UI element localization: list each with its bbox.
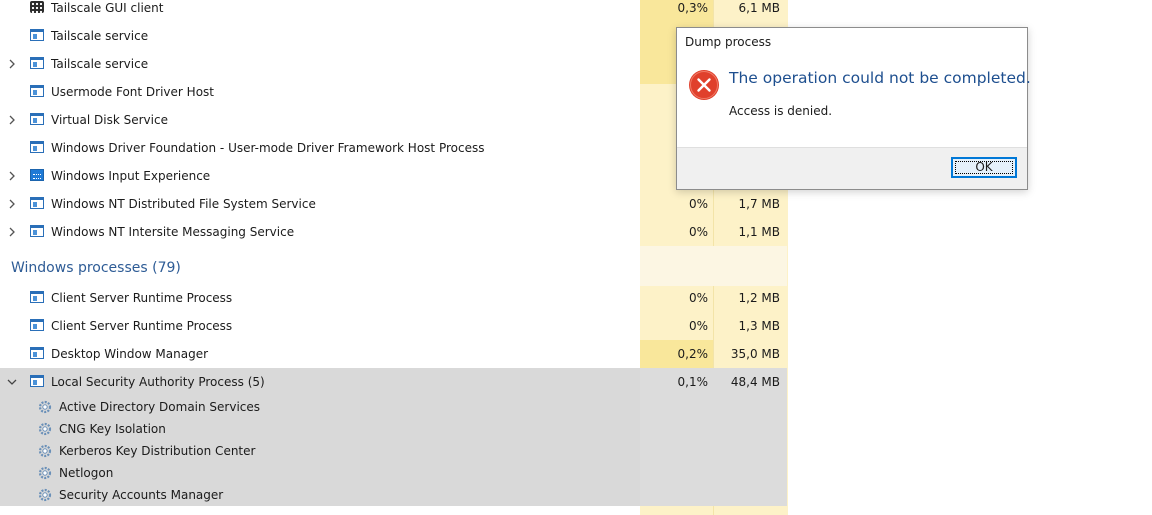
process-name: Tailscale service [51, 57, 149, 71]
cpu-value: 0% [688, 225, 708, 239]
service-name: Netlogon [59, 466, 114, 480]
service-window-icon [30, 319, 44, 331]
table-row[interactable]: Windows NT Distributed File System Servi… [0, 190, 787, 218]
chevron-right-icon[interactable] [5, 197, 19, 211]
cpu-value: 0% [688, 291, 708, 305]
service-window-icon [30, 197, 44, 209]
ok-button[interactable]: OK [951, 157, 1017, 178]
child-service-item[interactable]: Kerberos Key Distribution Center [0, 440, 640, 462]
service-name: Kerberos Key Distribution Center [59, 444, 256, 458]
service-window-icon [30, 113, 44, 125]
focus-rect [955, 161, 1013, 174]
service-name: Active Directory Domain Services [59, 400, 261, 414]
process-name: Windows NT Intersite Messaging Service [51, 225, 295, 239]
process-name: Virtual Disk Service [51, 113, 168, 127]
service-name: Security Accounts Manager [59, 488, 224, 502]
dialog-sub-message: Access is denied. [729, 104, 833, 118]
process-name: Local Security Authority Process (5) [51, 375, 265, 389]
service-name: CNG Key Isolation [59, 422, 166, 436]
table-row[interactable]: Windows Driver Foundation - User-mode Dr… [0, 134, 787, 162]
memory-value: 35,0 MB [730, 347, 780, 361]
service-window-icon [30, 85, 44, 97]
table-row[interactable]: Windows Input Experience [0, 162, 787, 190]
memory-value: 48,4 MB [730, 375, 780, 389]
cpu-value: 0,1% [677, 375, 709, 389]
child-service-item[interactable]: CNG Key Isolation [0, 418, 640, 440]
chevron-right-icon[interactable] [5, 113, 19, 127]
app-grid-icon [30, 1, 44, 13]
process-name: Tailscale GUI client [51, 1, 164, 15]
service-window-icon [30, 347, 44, 359]
table-row[interactable]: Client Server Runtime Process 0% 1,2 MB [0, 284, 787, 312]
memory-value: 1,1 MB [738, 225, 780, 239]
gear-icon [38, 488, 52, 502]
dialog-main-message: The operation could not be completed. [729, 69, 1031, 87]
error-icon [689, 70, 719, 100]
process-name: Windows Input Experience [51, 169, 211, 183]
process-name: Client Server Runtime Process [51, 319, 233, 333]
chevron-right-icon[interactable] [5, 225, 19, 239]
chevron-down-icon[interactable] [5, 375, 19, 389]
process-name: Desktop Window Manager [51, 347, 209, 361]
service-window-icon [30, 225, 44, 237]
table-row[interactable]: Desktop Window Manager 0,2% 35,0 MB [0, 340, 787, 368]
cpu-value: 0% [688, 319, 708, 333]
service-window-icon [30, 141, 44, 153]
gear-icon [38, 444, 52, 458]
memory-value: 1,3 MB [738, 319, 780, 333]
gear-icon [38, 400, 52, 414]
group-band [640, 246, 787, 286]
service-window-icon [30, 375, 44, 387]
table-row[interactable]: Client Server Runtime Process 0% 1,3 MB [0, 312, 787, 340]
chevron-right-icon[interactable] [5, 169, 19, 183]
dialog-footer: OK [677, 147, 1027, 189]
cpu-value: 0,2% [677, 347, 709, 361]
child-service-item[interactable]: Security Accounts Manager [0, 484, 640, 506]
memory-value: 1,7 MB [738, 197, 780, 211]
child-service-item[interactable]: Netlogon [0, 462, 640, 484]
table-row[interactable]: Windows NT Intersite Messaging Service 0%… [0, 218, 787, 246]
table-row[interactable]: Virtual Disk Service [0, 106, 787, 134]
process-name: Usermode Font Driver Host [51, 85, 214, 99]
gear-icon [38, 466, 52, 480]
cpu-value: 0,3% [677, 1, 709, 15]
table-row[interactable]: Usermode Font Driver Host [0, 78, 787, 106]
keyboard-icon [30, 169, 44, 181]
memory-value: 1,2 MB [738, 291, 780, 305]
group-heading-windows-processes[interactable]: Windows processes (79) [11, 256, 181, 280]
table-row[interactable]: Tailscale service [0, 50, 787, 78]
service-window-icon [30, 57, 44, 69]
chevron-right-icon[interactable] [5, 57, 19, 71]
table-row[interactable]: Tailscale GUI client 0,3% 6,1 MB [0, 0, 787, 22]
process-name: Client Server Runtime Process [51, 291, 233, 305]
gear-icon [38, 422, 52, 436]
cpu-value: 0% [688, 197, 708, 211]
table-row-expanded[interactable]: Local Security Authority Process (5) 0,1… [0, 368, 787, 396]
child-service-item[interactable]: Active Directory Domain Services [0, 396, 640, 418]
process-name: Tailscale service [51, 29, 149, 43]
dialog-title: Dump process [685, 35, 772, 49]
process-name: Windows Driver Foundation - User-mode Dr… [51, 141, 485, 155]
process-name: Windows NT Distributed File System Servi… [51, 197, 316, 211]
memory-value: 6,1 MB [738, 1, 780, 15]
dump-process-dialog: Dump process The operation could not be … [676, 27, 1031, 190]
service-window-icon [30, 291, 44, 303]
service-window-icon [30, 29, 44, 41]
table-row[interactable]: Tailscale service [0, 22, 787, 50]
